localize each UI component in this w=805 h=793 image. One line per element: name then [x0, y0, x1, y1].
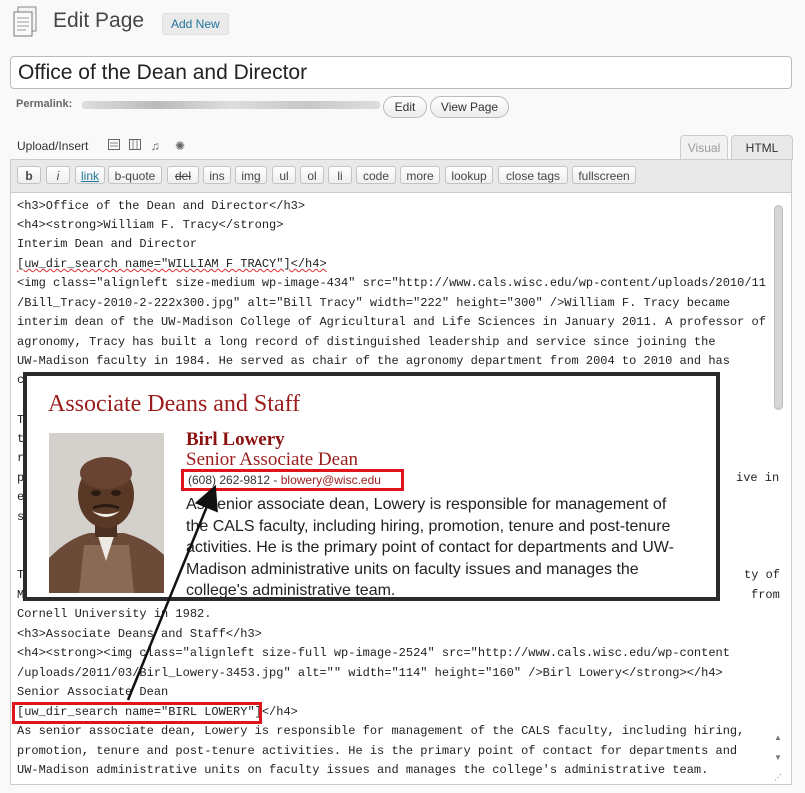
code-line: agronomy, Tracy has built a long record … [17, 335, 716, 349]
qt-more-button[interactable]: more [400, 166, 440, 184]
qt-ol-button[interactable]: ol [300, 166, 324, 184]
qt-li-button[interactable]: li [328, 166, 352, 184]
qt-ins-button[interactable]: ins [203, 166, 231, 184]
portrait-photo [49, 433, 164, 593]
permalink-label: Permalink: [16, 98, 73, 110]
qt-lookup-button[interactable]: lookup [445, 166, 493, 184]
tab-html[interactable]: HTML [731, 135, 793, 160]
contact-highlight-box: (608) 262-9812 - blowery@wisc.edu [181, 469, 404, 491]
person-title: Senior Associate Dean [186, 449, 359, 470]
qt-bold-button[interactable]: b [17, 166, 41, 184]
upload-insert-label: Upload/Insert [17, 139, 89, 153]
code-line: UW-Madison faculty in 1984. He served as… [17, 354, 730, 368]
qt-close-tags-button[interactable]: close tags [498, 166, 568, 184]
image-icon[interactable] [108, 139, 129, 153]
scrollbar-thumb[interactable] [774, 205, 783, 410]
media-buttons: ♫ ✺ [108, 139, 191, 153]
qt-italic-button[interactable]: i [46, 166, 70, 184]
post-title-input[interactable]: Office of the Dean and Director [10, 56, 792, 89]
code-line: Cornell University in 1982. [17, 607, 212, 621]
code-line: Interim Dean and Director [17, 237, 198, 251]
preview-heading: Associate Deans and Staff [48, 391, 301, 417]
code-line: <h3>Office of the Dean and Director</h3> [17, 199, 306, 213]
person-bio: As senior associate dean, Lowery is resp… [186, 496, 674, 599]
audio-icon[interactable]: ♫ [151, 139, 166, 153]
edit-permalink-button[interactable]: Edit [383, 96, 427, 118]
code-line: As senior associate dean, Lowery is resp… [17, 724, 745, 738]
permalink-url-blurred[interactable] [82, 101, 380, 109]
qt-img-button[interactable]: img [235, 166, 267, 184]
tab-visual[interactable]: Visual [680, 135, 728, 160]
code-line: /Bill_Tracy-2010-2-222x300.jpg" alt="Bil… [17, 296, 730, 310]
page-icon [12, 6, 40, 38]
code-line: <h4><strong>William F. Tracy</strong> [17, 218, 284, 232]
resize-handle-icon[interactable]: ⋰ [774, 773, 782, 782]
code-line: interim dean of the UW-Madison College o… [17, 315, 766, 329]
code-line: UW-Madison administrative units on facul… [17, 763, 709, 777]
shortcode-highlight-box [12, 702, 262, 724]
code-line: <h4><strong><img class="alignleft size-f… [17, 646, 730, 660]
person-name: Birl Lowery [186, 429, 285, 450]
media-icon[interactable]: ✺ [175, 139, 191, 153]
qt-blockquote-button[interactable]: b-quote [108, 166, 162, 184]
quicktags-toolbar: b i link b-quote del ins img ul ol li co… [10, 159, 792, 192]
email-link[interactable]: blowery@wisc.edu [281, 473, 381, 487]
page-title: Edit Page [53, 9, 145, 32]
qt-fullscreen-button[interactable]: fullscreen [572, 166, 636, 184]
qt-code-button[interactable]: code [356, 166, 396, 184]
code-line: promotion, tenure and post-tenure activi… [17, 744, 738, 758]
qt-del-button[interactable]: del [167, 166, 199, 184]
add-new-button[interactable]: Add New [162, 13, 229, 35]
phone-number: (608) 262-9812 - [188, 473, 281, 487]
scroll-up-arrow-icon[interactable]: ▲ [774, 733, 782, 742]
code-line: <img class="alignleft size-medium wp-ima… [17, 276, 766, 290]
view-page-button[interactable]: View Page [430, 96, 509, 118]
rendered-preview-panel: Associate Deans and Staff Birl Lowery Se… [23, 372, 720, 601]
code-line: [uw_dir_search name="WILLIAM F TRACY"]</… [17, 257, 327, 271]
qt-link-button[interactable]: link [75, 166, 105, 184]
qt-ul-button[interactable]: ul [272, 166, 296, 184]
code-line: <h3>Associate Deans and Staff</h3> [17, 627, 262, 641]
code-line: /uploads/2011/03/Birl_Lowery-3453.jpg" a… [17, 666, 723, 680]
video-icon[interactable] [129, 139, 150, 153]
scroll-down-arrow-icon[interactable]: ▼ [774, 753, 782, 762]
code-line: Senior Associate Dean [17, 685, 169, 699]
